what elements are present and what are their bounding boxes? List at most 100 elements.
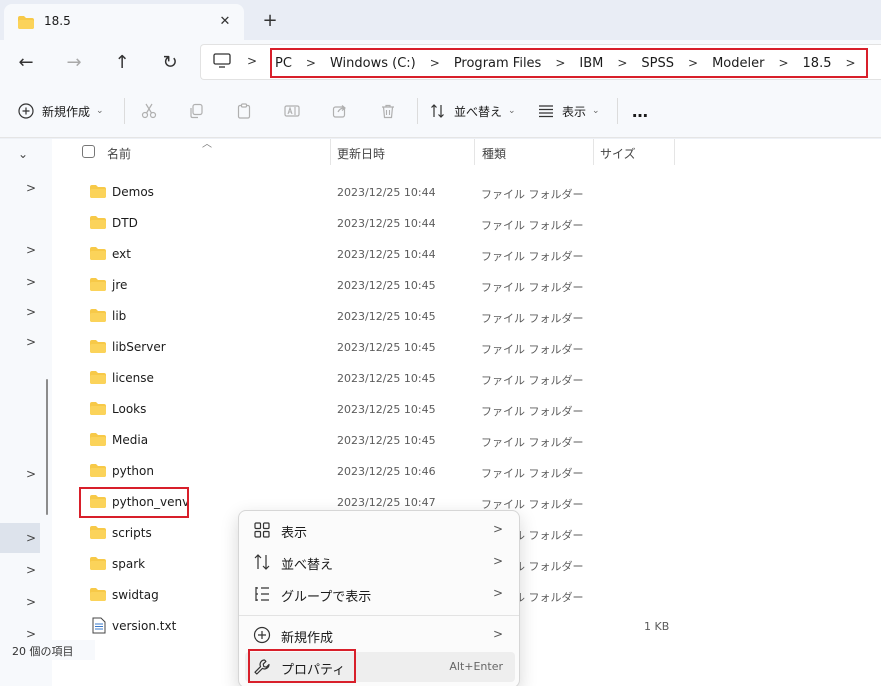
delete-icon[interactable] [375, 98, 401, 124]
rename-icon[interactable] [279, 98, 305, 124]
chevron-right-icon[interactable]: > [26, 595, 36, 609]
column-type[interactable]: 種類 [482, 145, 506, 162]
table-row[interactable]: Looks 2023/12/25 10:45 ファイル フォルダー [52, 394, 881, 425]
chevron-right-icon[interactable]: > [26, 531, 36, 545]
column-size[interactable]: サイズ [600, 145, 636, 162]
table-row[interactable]: jre 2023/12/25 10:45 ファイル フォルダー [52, 270, 881, 301]
menu-item-group-by[interactable]: グループで表示 > [245, 579, 515, 609]
view-button[interactable]: 表示 ⌄ [538, 96, 600, 126]
navigation-pane: ⌄ > > > > > > > > > > [0, 139, 52, 686]
chevron-right-icon: > [492, 586, 503, 600]
share-icon[interactable] [327, 98, 353, 124]
chevron-right-icon[interactable]: > [26, 627, 36, 641]
column-divider[interactable] [674, 139, 675, 165]
folder-icon [90, 278, 106, 294]
sort-button[interactable]: 並べ替え ⌄ [430, 96, 516, 126]
column-name[interactable]: 名前 [107, 145, 131, 162]
chevron-right-icon[interactable]: > [26, 467, 36, 481]
copy-icon[interactable] [183, 98, 209, 124]
plus-circle-icon [253, 626, 271, 644]
column-divider[interactable] [330, 139, 331, 165]
title-bar: 18.5 ✕ + [0, 0, 881, 40]
chevron-right-icon[interactable]: > [26, 335, 36, 349]
menu-label: 並べ替え [281, 558, 334, 573]
table-row[interactable]: license 2023/12/25 10:45 ファイル フォルダー [52, 363, 881, 394]
chevron-right-icon[interactable]: > [26, 275, 36, 289]
new-button[interactable]: 新規作成 ⌄ [18, 96, 104, 126]
chevron-right-icon[interactable]: > [845, 56, 855, 70]
folder-icon [90, 340, 106, 356]
chevron-right-icon[interactable]: > [306, 56, 316, 70]
file-type: ファイル フォルダー [481, 405, 584, 418]
divider [617, 98, 618, 124]
column-divider[interactable] [474, 139, 475, 165]
folder-icon [90, 371, 106, 387]
menu-item-sort[interactable]: 並べ替え > [245, 547, 515, 577]
paste-icon[interactable] [231, 98, 257, 124]
text-file-icon [92, 617, 106, 637]
table-row[interactable]: ext 2023/12/25 10:44 ファイル フォルダー [52, 239, 881, 270]
up-button[interactable]: ↑ [106, 46, 138, 78]
list-view-icon [538, 103, 554, 119]
table-row[interactable]: Media 2023/12/25 10:45 ファイル フォルダー [52, 425, 881, 456]
file-date: 2023/12/25 10:45 [337, 403, 436, 416]
file-date: 2023/12/25 10:44 [337, 186, 436, 199]
divider [417, 98, 418, 124]
chevron-down-icon[interactable]: ⌄ [18, 147, 28, 161]
menu-label: 新規作成 [281, 631, 334, 646]
close-tab-icon[interactable]: ✕ [214, 10, 236, 32]
file-type: ファイル フォルダー [481, 374, 584, 387]
file-type: ファイル フォルダー [481, 188, 584, 201]
breadcrumb-program-files[interactable]: Program Files [454, 56, 542, 71]
chevron-right-icon[interactable]: > [26, 563, 36, 577]
tab-18-5[interactable]: 18.5 ✕ [4, 4, 244, 40]
breadcrumb-18-5[interactable]: 18.5 [803, 56, 832, 71]
table-row[interactable]: DTD 2023/12/25 10:44 ファイル フォルダー [52, 208, 881, 239]
column-divider[interactable] [593, 139, 594, 165]
file-name: Demos [112, 185, 154, 199]
chevron-right-icon[interactable]: > [555, 56, 565, 70]
highlight-box [79, 487, 189, 518]
new-tab-button[interactable]: + [258, 8, 282, 32]
back-button[interactable]: ← [10, 46, 42, 78]
chevron-right-icon[interactable]: > [247, 54, 257, 68]
cut-icon[interactable] [136, 98, 162, 124]
chevron-right-icon[interactable]: > [617, 56, 627, 70]
menu-item-new[interactable]: 新規作成 > [245, 620, 515, 650]
table-row[interactable]: python 2023/12/25 10:46 ファイル フォルダー [52, 456, 881, 487]
group-icon [253, 585, 271, 603]
table-row[interactable]: lib 2023/12/25 10:45 ファイル フォルダー [52, 301, 881, 332]
menu-label: 表示 [281, 526, 308, 541]
menu-item-view[interactable]: 表示 > [245, 515, 515, 545]
scrollbar[interactable] [46, 379, 48, 515]
folder-icon [90, 526, 106, 542]
breadcrumb-modeler[interactable]: Modeler [712, 56, 764, 71]
forward-button[interactable]: → [58, 46, 90, 78]
address-bar[interactable]: > PC > Windows (C:) > Program Files > IB… [200, 44, 881, 80]
sort-icon [253, 553, 271, 571]
breadcrumb-spss[interactable]: SPSS [641, 56, 674, 71]
chevron-right-icon[interactable]: > [26, 181, 36, 195]
column-date[interactable]: 更新日時 [337, 145, 385, 162]
select-all-checkbox[interactable] [82, 145, 95, 158]
command-bar: 新規作成 ⌄ 並べ替え ⌄ 表示 ⌄ … [0, 84, 881, 138]
chevron-down-icon: ⌄ [508, 106, 516, 116]
more-options-icon[interactable]: … [632, 96, 648, 126]
chevron-right-icon[interactable]: > [778, 56, 788, 70]
table-row[interactable]: libServer 2023/12/25 10:45 ファイル フォルダー [52, 332, 881, 363]
breadcrumb-windows-c[interactable]: Windows (C:) [330, 56, 416, 71]
refresh-button[interactable]: ↻ [154, 46, 186, 78]
file-date: 2023/12/25 10:44 [337, 217, 436, 230]
file-type: ファイル フォルダー [481, 250, 584, 263]
table-row[interactable]: Demos 2023/12/25 10:44 ファイル フォルダー [52, 177, 881, 208]
chevron-right-icon[interactable]: > [26, 305, 36, 319]
tab-title: 18.5 [44, 14, 71, 28]
chevron-right-icon[interactable]: > [688, 56, 698, 70]
breadcrumb-ibm[interactable]: IBM [579, 56, 603, 71]
monitor-icon[interactable] [213, 53, 231, 72]
breadcrumb-pc[interactable]: PC [275, 56, 292, 71]
grid-icon [253, 521, 271, 539]
file-type: ファイル フォルダー [481, 219, 584, 232]
chevron-right-icon[interactable]: > [26, 243, 36, 257]
chevron-right-icon[interactable]: > [430, 56, 440, 70]
